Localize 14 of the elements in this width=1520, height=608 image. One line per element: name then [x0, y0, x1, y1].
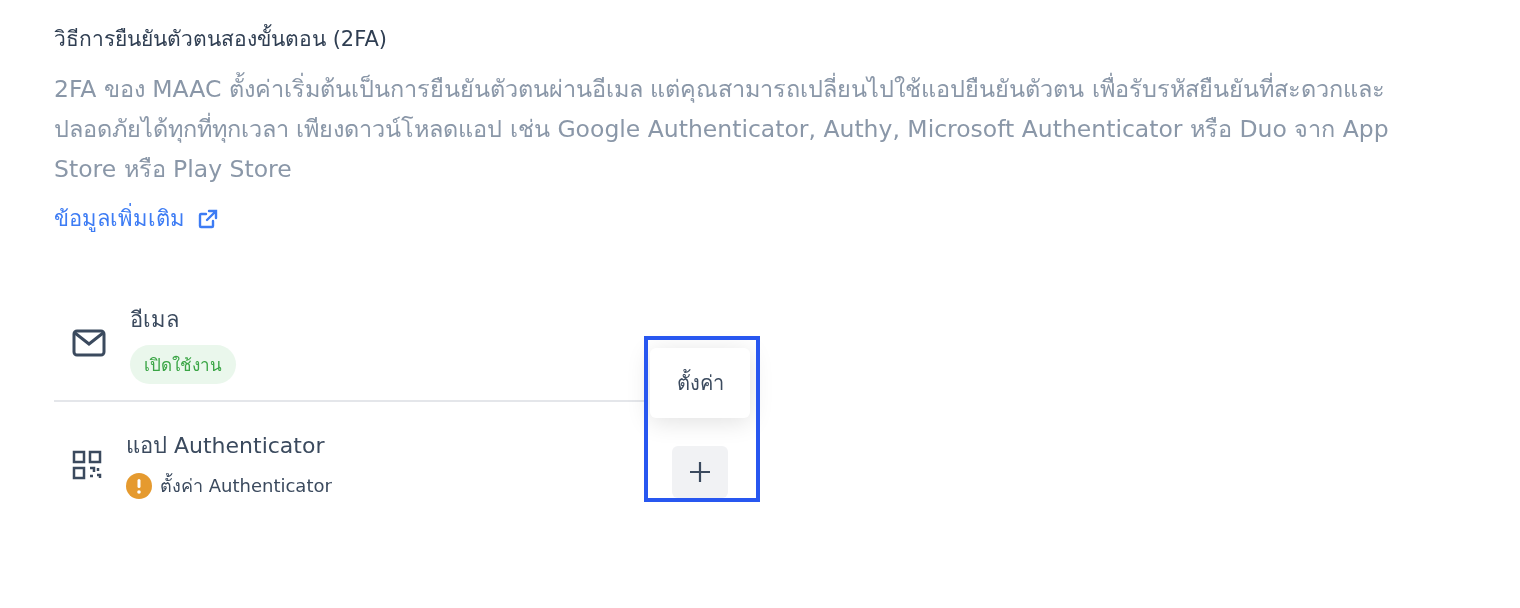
plus-icon	[688, 460, 712, 484]
add-button[interactable]	[672, 446, 728, 498]
more-info-link[interactable]: ข้อมูลเพิ่มเติม	[54, 201, 219, 236]
method-name: แอป Authenticator	[126, 432, 326, 460]
envelope-icon	[72, 329, 106, 357]
description-text: 2FA ของ MAAC ตั้งค่าเริ่มต้นเป็นการยืนยันตัวตนผ่านอีเมล แต่คุณสามารถเปลี่ยนไปใช้แอปยืนยันตัวตน เพื่อรับรหัสยืนยันที่สะดวกและปลอดภัยได้ทุกที่ทุกเวลา เพียงดาวน์โหลดแอป เช่น Google Authenticator, Authy, Microsoft Authenticator หรือ Duo จาก App Store หรือ Play Store	[54, 69, 1454, 189]
tooltip: ตั้งค่า	[650, 348, 750, 418]
qr-code-icon	[72, 450, 102, 481]
status-badge: เปิดใช้งาน	[130, 345, 236, 384]
method-name: อีเมล	[130, 306, 180, 334]
status-text: ตั้งค่า Authenticator	[160, 472, 332, 498]
section-title: วิธีการยืนยันตัวตนสองขั้นตอน (2FA)	[54, 22, 1466, 55]
external-link-icon	[197, 207, 219, 230]
warning-icon	[126, 472, 152, 499]
